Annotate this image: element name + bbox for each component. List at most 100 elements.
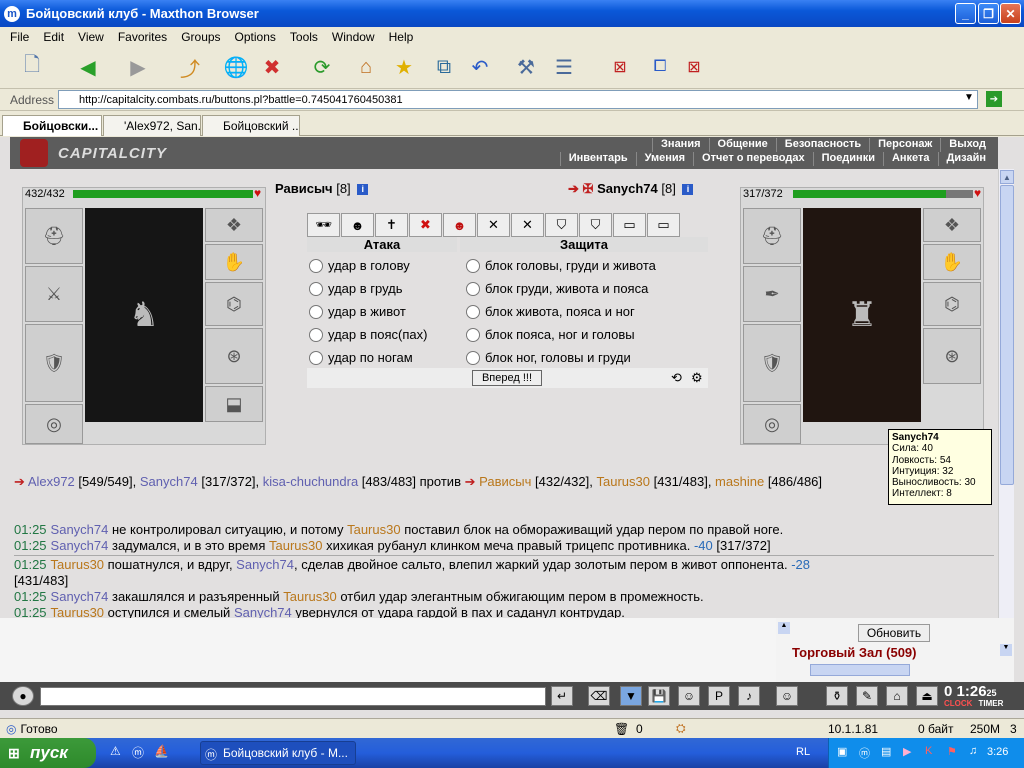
- radio-icon[interactable]: [466, 327, 480, 342]
- bracer-slot[interactable]: ⌬: [923, 282, 981, 326]
- helmet-slot[interactable]: ⛑: [25, 208, 83, 264]
- log-player[interactable]: Sanych74: [51, 589, 109, 604]
- quicklaunch-app-icon[interactable]: ⛵: [154, 744, 169, 758]
- nav-exit[interactable]: Выход: [940, 138, 994, 152]
- taskbar-item-browser[interactable]: ⓜ Бойцовский клуб - M...: [200, 741, 356, 765]
- minimize-button[interactable]: _: [955, 3, 976, 24]
- status-tools-icon[interactable]: ⛭: [676, 721, 686, 736]
- attack-chest-option[interactable]: удар в грудь: [309, 281, 403, 296]
- quicklaunch-icon[interactable]: ⚠: [110, 744, 121, 758]
- tray-app-icon[interactable]: ⓜ: [859, 745, 870, 761]
- crowd-icon[interactable]: ☻: [341, 213, 374, 237]
- team1-player-1[interactable]: Alex972: [28, 474, 75, 489]
- nav-knowledge[interactable]: Знания: [652, 138, 708, 152]
- go-icon[interactable]: ➔: [986, 91, 1002, 107]
- radio-icon[interactable]: [309, 304, 323, 319]
- menu-window[interactable]: Window: [332, 30, 375, 44]
- attack-belly-option[interactable]: удар в живот: [309, 304, 406, 319]
- radio-icon[interactable]: [466, 258, 480, 273]
- tab-combats-2[interactable]: Бойцовский ...: [202, 115, 300, 136]
- favorites-star-icon[interactable]: ★: [390, 53, 418, 81]
- log-player[interactable]: Taurus30: [283, 589, 336, 604]
- empty-scroll-icon[interactable]: ▭: [647, 213, 680, 237]
- team2-player-1[interactable]: Рависыч: [479, 474, 531, 489]
- radio-icon[interactable]: [309, 327, 323, 342]
- red-figure-icon[interactable]: ☻: [443, 213, 476, 237]
- filter-icon[interactable]: ▼: [620, 686, 642, 706]
- nav-transfers[interactable]: Отчет о переводах: [693, 152, 813, 166]
- cancel-tactic-icon[interactable]: ✖: [409, 213, 442, 237]
- close-all-icon[interactable]: ⊠: [680, 53, 708, 81]
- smiley-icon[interactable]: ☺: [776, 686, 798, 706]
- log-player[interactable]: Taurus30: [269, 538, 322, 553]
- restore-button[interactable]: ❐: [978, 3, 999, 24]
- stop-icon[interactable]: ✖: [258, 53, 286, 81]
- log-player[interactable]: Sanych74: [51, 538, 109, 553]
- back-icon[interactable]: ◀: [74, 53, 102, 81]
- tray-display-icon[interactable]: ▤: [881, 745, 891, 758]
- shield-slot[interactable]: ⊛: [923, 328, 981, 384]
- market-scroll-down-icon[interactable]: ▼: [1000, 644, 1012, 656]
- up-icon[interactable]: ⤴: [176, 53, 204, 81]
- shield-scroll-icon[interactable]: ⛉: [579, 213, 612, 237]
- market-hscroll-thumb[interactable]: [810, 664, 910, 676]
- globe-icon[interactable]: 🌐: [222, 53, 250, 81]
- log-player[interactable]: Sanych74: [51, 522, 109, 537]
- tray-k-icon[interactable]: K: [925, 745, 932, 757]
- right-player-name[interactable]: Sanych74: [597, 181, 658, 196]
- radio-icon[interactable]: [309, 281, 323, 296]
- locked-scroll-icon[interactable]: ✕: [511, 213, 544, 237]
- menu-favorites[interactable]: Favorites: [118, 30, 167, 44]
- block-option-4[interactable]: блок пояса, ног и головы: [466, 327, 635, 342]
- menu-edit[interactable]: Edit: [43, 30, 64, 44]
- nav-design[interactable]: Дизайн: [937, 152, 994, 166]
- send-icon[interactable]: ↵: [551, 686, 573, 706]
- team2-player-3[interactable]: mashine: [715, 474, 764, 489]
- market-scroll-up-icon[interactable]: ▲: [778, 622, 790, 634]
- gloves-slot[interactable]: ✋: [205, 244, 263, 280]
- nav-profile[interactable]: Анкета: [882, 152, 938, 166]
- menu-tools[interactable]: Tools: [290, 30, 318, 44]
- scroll-thumb[interactable]: [1000, 185, 1014, 485]
- trash-icon[interactable]: 🗑: [614, 722, 629, 736]
- log-player[interactable]: Sanych74: [236, 557, 294, 572]
- tray-ati-icon[interactable]: ⚑: [947, 745, 957, 758]
- close-page-icon[interactable]: ⊠: [606, 53, 634, 81]
- menu-groups[interactable]: Groups: [181, 30, 220, 44]
- block-option-5[interactable]: блок ног, головы и груди: [466, 350, 631, 365]
- weapon-slot[interactable]: ⚔: [25, 266, 83, 322]
- block-option-2[interactable]: блок груди, живота и пояса: [466, 281, 648, 296]
- private-icon[interactable]: P: [708, 686, 730, 706]
- log-player[interactable]: Taurus30: [347, 522, 400, 537]
- info-icon[interactable]: i: [682, 184, 694, 196]
- market-title[interactable]: Торговый Зал (509): [792, 645, 916, 660]
- locked-scroll-icon[interactable]: ✕: [477, 213, 510, 237]
- radio-icon[interactable]: [466, 350, 480, 365]
- home-icon[interactable]: ⌂: [352, 53, 380, 81]
- radio-icon[interactable]: [466, 281, 480, 296]
- attack-legs-option[interactable]: удар по ногам: [309, 350, 413, 365]
- figure-icon[interactable]: ☺: [678, 686, 700, 706]
- shield-slot[interactable]: ⊛: [205, 328, 263, 384]
- forward-button[interactable]: Вперед !!!: [472, 370, 542, 386]
- language-indicator[interactable]: RL: [796, 746, 810, 758]
- radio-icon[interactable]: [466, 304, 480, 319]
- eraser-icon[interactable]: ⌫: [588, 686, 610, 706]
- address-input[interactable]: http://capitalcity.combats.ru/buttons.pl…: [58, 90, 978, 109]
- close-button[interactable]: ✕: [1000, 3, 1021, 24]
- empty-scroll-icon[interactable]: ▭: [613, 213, 646, 237]
- helmet-slot[interactable]: ⛑: [743, 208, 801, 264]
- shield-scroll-icon[interactable]: ⛉: [545, 213, 578, 237]
- block-option-3[interactable]: блок живота, пояса и ног: [466, 304, 635, 319]
- attack-head-option[interactable]: удар в голову: [309, 258, 410, 273]
- chat-input[interactable]: [40, 687, 546, 706]
- scroll-up-icon[interactable]: ▲: [1000, 170, 1014, 184]
- radio-icon[interactable]: [309, 258, 323, 273]
- tab-combats-1[interactable]: Бойцовски...: [2, 115, 102, 136]
- tray-media-icon[interactable]: ▶: [903, 745, 911, 758]
- window-icon[interactable]: ⧠: [646, 53, 674, 81]
- undo-icon[interactable]: ↶: [466, 53, 494, 81]
- amulet-slot[interactable]: ❖: [205, 208, 263, 242]
- open-window-icon[interactable]: ⧉: [430, 53, 458, 81]
- menu-help[interactable]: Help: [389, 30, 414, 44]
